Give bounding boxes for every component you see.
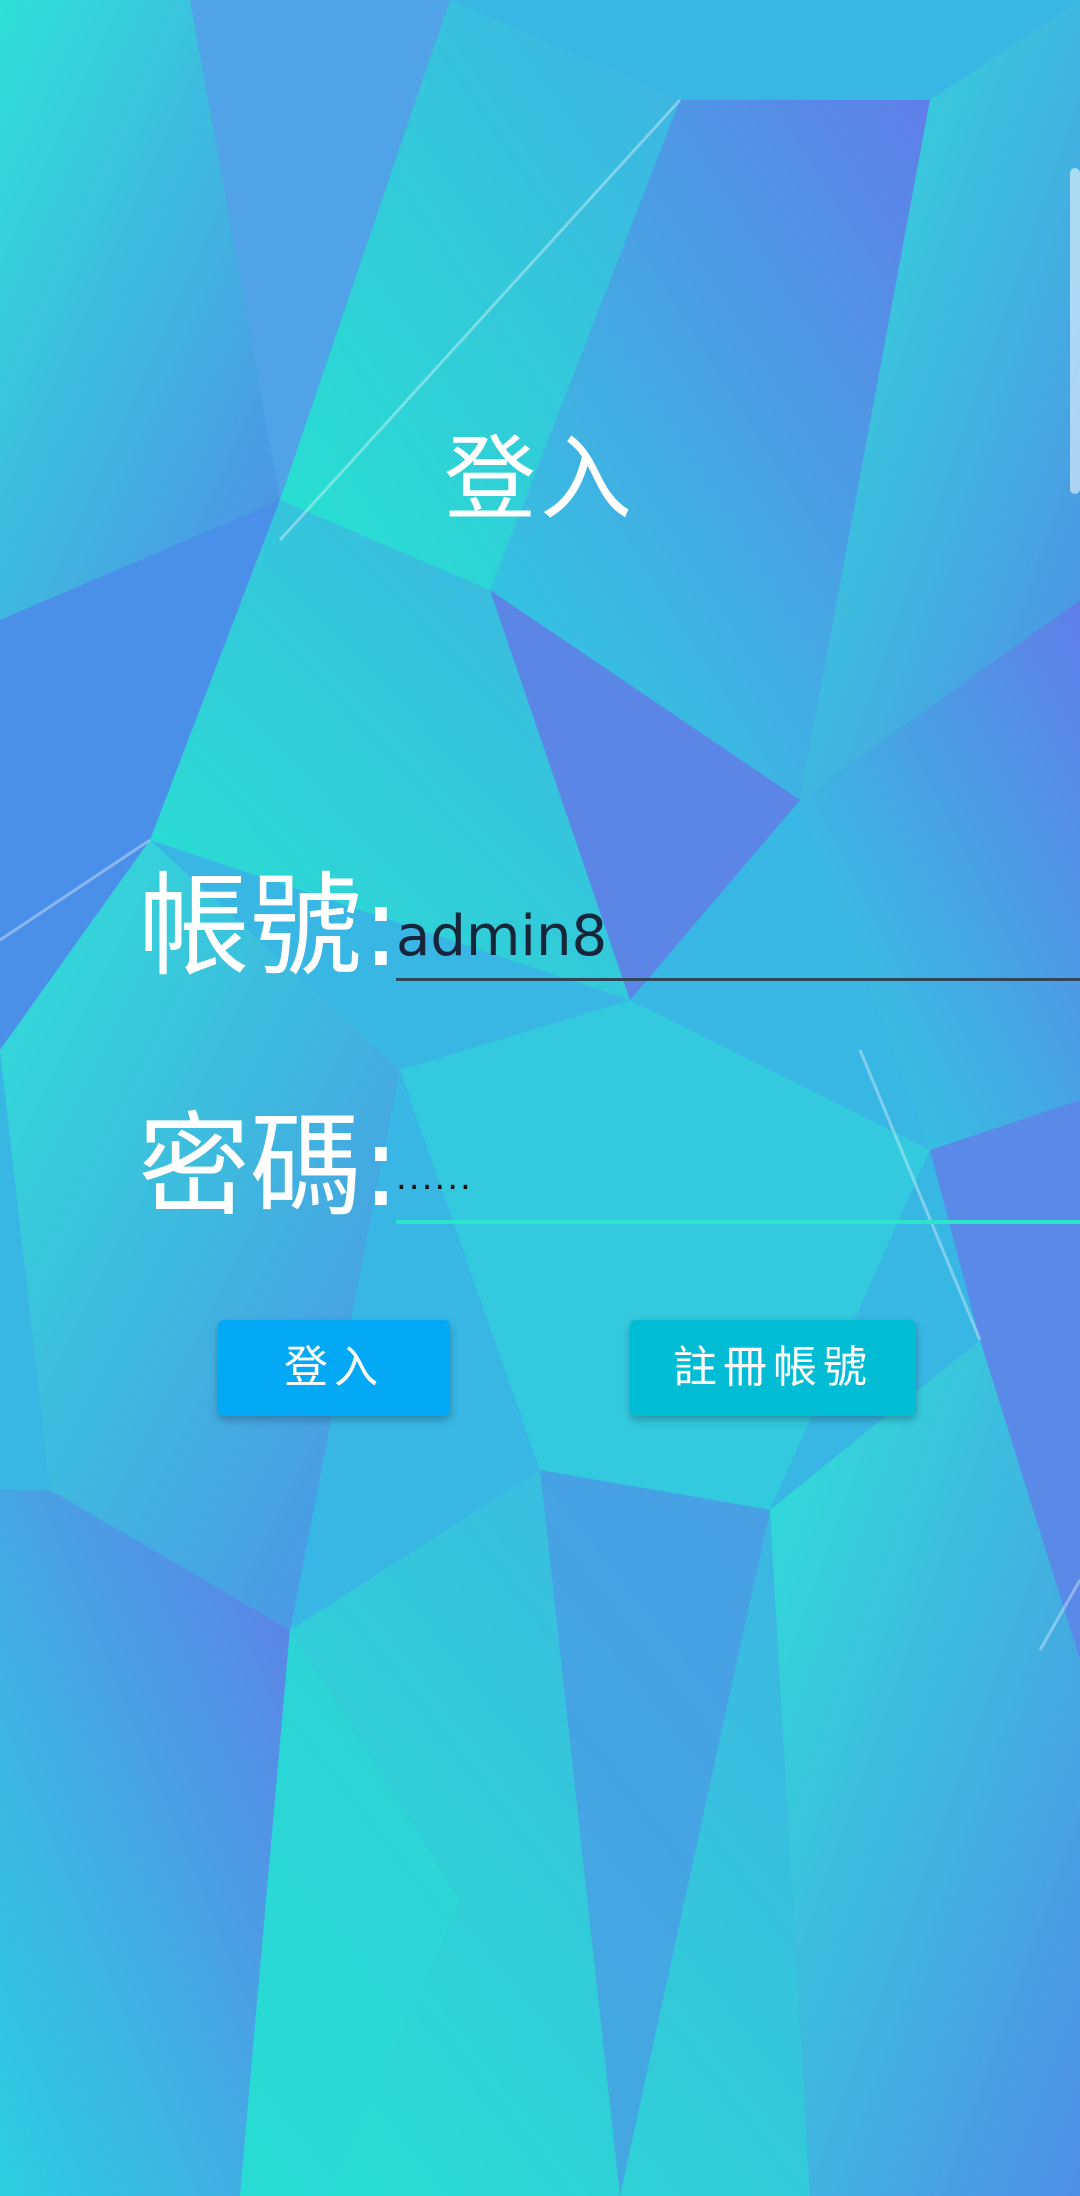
page-title: 登入 [443, 426, 636, 533]
password-input[interactable] [396, 1136, 1080, 1224]
scrollbar[interactable] [1070, 168, 1080, 494]
account-label: 帳號: [138, 862, 400, 992]
password-label: 密碼: [138, 1102, 400, 1232]
login-button[interactable]: 登入 [218, 1320, 450, 1416]
account-input[interactable] [396, 894, 1080, 981]
background-pattern [0, 0, 1080, 2196]
register-button[interactable]: 註冊帳號 [630, 1320, 916, 1416]
